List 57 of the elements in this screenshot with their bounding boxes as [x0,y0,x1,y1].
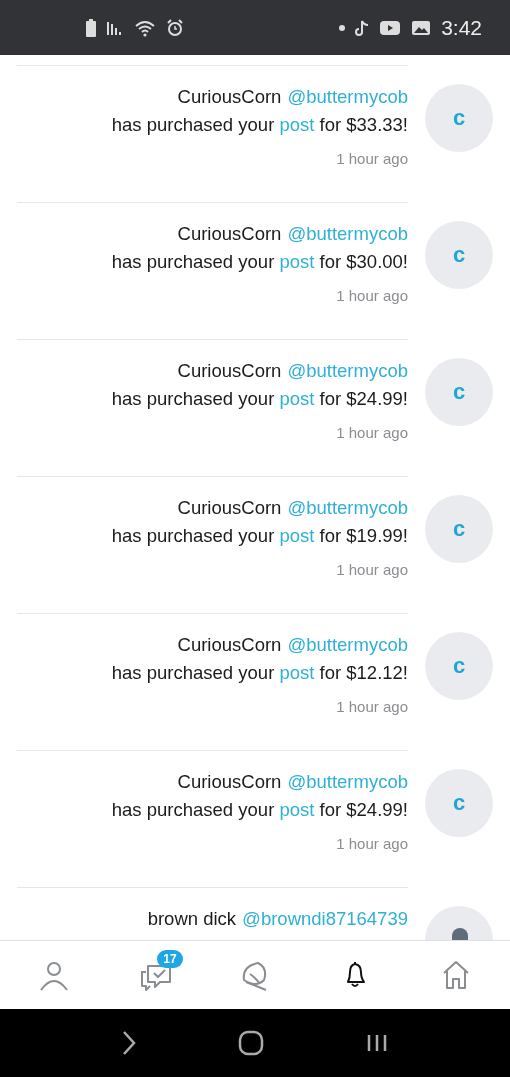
user-handle[interactable]: @buttermycob [287,771,408,793]
unread-count: 17 [157,950,183,968]
signal-icon [106,19,124,36]
user-name[interactable]: CuriousCorn [177,223,282,245]
avatar[interactable]: c [425,84,493,152]
avatar[interactable]: c [425,769,493,837]
user-handle[interactable]: @browndi87164739 [242,908,408,930]
user-name[interactable]: CuriousCorn [177,86,282,108]
post-link[interactable]: post [279,662,315,683]
timestamp: 1 hour ago [336,150,408,167]
avatar-initial: c [452,379,466,405]
notification-message: has purchased your post for $30.00! [111,251,408,273]
avatar-initial: c [452,653,466,679]
wifi-icon [134,18,156,37]
avatar[interactable]: c [425,632,493,700]
post-link[interactable]: post [279,525,315,546]
notification-message: has purchased your post for $24.99! [111,799,408,821]
avatar-initial: c [452,790,466,816]
notification-message: has purchased your post for $12.12! [111,662,408,684]
user-handle[interactable]: @buttermycob [287,86,408,108]
user-name[interactable]: CuriousCorn [177,634,282,656]
battery-icon [86,18,96,37]
user-name[interactable]: brown dick [147,908,237,930]
notification-message: has purchased your post for $33.33! [111,114,408,136]
avatar[interactable]: c [425,358,493,426]
avatar[interactable]: c [425,495,493,563]
music-note-icon [355,18,370,37]
post-link[interactable]: post [279,799,315,820]
user-handle[interactable]: @buttermycob [287,634,408,656]
home-button-icon[interactable] [238,1030,264,1056]
timestamp: 1 hour ago [336,287,408,304]
avatar-initial: c [452,105,466,131]
avatar-initial: c [452,242,466,268]
nav-tab[interactable]: 17 [124,950,185,1000]
user-handle[interactable]: @buttermycob [287,497,408,519]
user-name[interactable]: CuriousCorn [177,360,282,382]
post-link[interactable]: post [279,114,315,135]
timestamp: 1 hour ago [336,835,408,852]
notification-message: has purchased your post for $19.99! [111,525,408,547]
post-link[interactable]: post [279,388,315,409]
avatar[interactable]: c [425,221,493,289]
timestamp: 1 hour ago [336,698,408,715]
video-icon [379,19,402,36]
alarm-icon [166,18,184,37]
post-link[interactable]: post [279,251,315,272]
timestamp: 1 hour ago [336,424,408,441]
timestamp: 1 hour ago [336,561,408,578]
user-name[interactable]: CuriousCorn [177,497,282,519]
user-name[interactable]: CuriousCorn [177,771,282,793]
user-handle[interactable]: @buttermycob [287,360,408,382]
clock-time: 3:42 [441,15,482,40]
user-handle[interactable]: @buttermycob [287,223,408,245]
chevron-right-icon[interactable] [120,1030,137,1056]
notification-message: has purchased your post for $24.99! [111,388,408,410]
image-icon [411,19,432,36]
dot-icon [339,24,346,31]
avatar-initial: c [452,516,466,542]
